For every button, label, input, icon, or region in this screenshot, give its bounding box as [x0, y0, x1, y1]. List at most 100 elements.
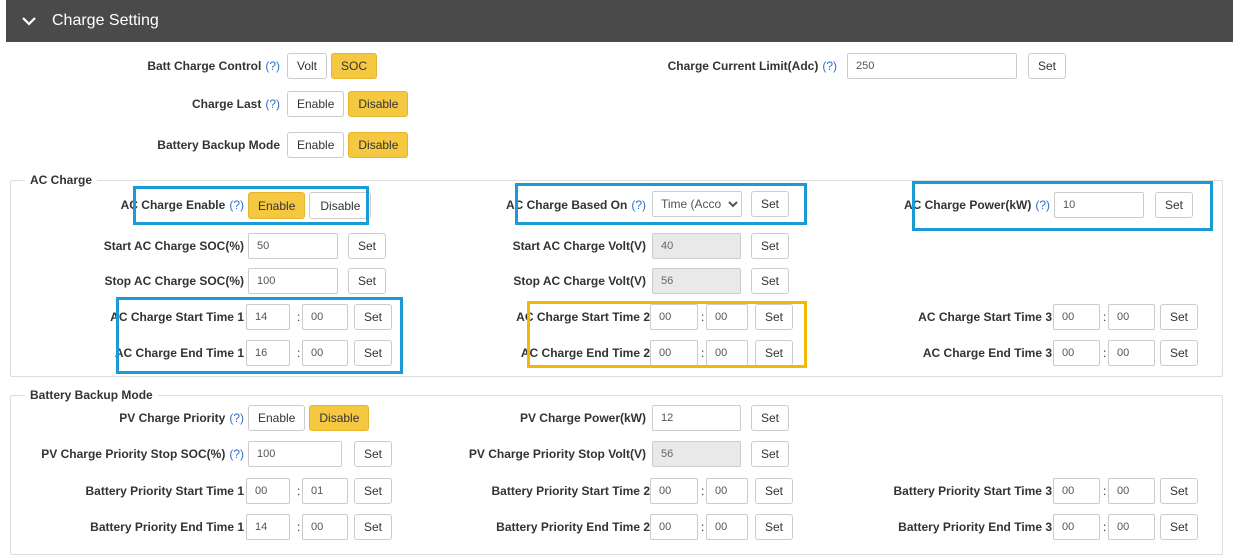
help-link[interactable]: (?) [229, 411, 244, 425]
highlight-box [515, 183, 807, 225]
time-colon: : [1103, 310, 1107, 324]
help-link[interactable]: (?) [265, 59, 280, 73]
time-colon: : [1103, 484, 1107, 498]
start-ac-charge-volt-label: Start AC Charge Volt(V) [512, 239, 646, 253]
battery-priority-end-time-2-minute[interactable] [706, 514, 748, 540]
ac-charge-start-time-3-hour[interactable] [1053, 304, 1100, 330]
battery-priority-end-time-2-label: Battery Priority End Time 2 [496, 520, 650, 534]
time-colon: : [1103, 346, 1107, 360]
battery-backup-enable-button[interactable]: Enable [287, 132, 345, 158]
battery-priority-end-time-3-hour[interactable] [1053, 514, 1100, 540]
help-link[interactable]: (?) [229, 447, 244, 461]
stop-ac-charge-volt-set-button[interactable]: Set [751, 268, 790, 294]
pv-charge-stop-soc-input[interactable] [248, 441, 342, 467]
ac-charge-end-time-3-hour[interactable] [1053, 340, 1100, 366]
battery-priority-end-time-1-minute[interactable] [302, 514, 348, 540]
charge-current-limit-input[interactable] [847, 53, 1017, 79]
stop-ac-charge-soc-label: Stop AC Charge SOC(%) [104, 274, 244, 288]
highlight-box [912, 181, 1213, 231]
ac-charge-legend: AC Charge [25, 173, 98, 187]
pv-charge-priority-label: PV Charge Priority (?) [60, 411, 244, 425]
battery-backup-disable-button[interactable]: Disable [348, 132, 409, 158]
soc-button[interactable]: SOC [331, 53, 378, 79]
battery-priority-start-time-3-minute[interactable] [1108, 478, 1155, 504]
start-ac-charge-volt-set-button[interactable]: Set [751, 233, 790, 259]
battery-backup-legend: Battery Backup Mode [25, 388, 158, 402]
charge-last-toggle: Enable Disable [287, 91, 409, 117]
ac-charge-start-time-3-set-button[interactable]: Set [1160, 304, 1199, 330]
start-ac-charge-soc-set-button[interactable]: Set [348, 233, 387, 259]
pv-charge-priority-toggle: Enable Disable [248, 405, 370, 431]
section-header[interactable]: Charge Setting [6, 0, 1233, 42]
battery-priority-start-time-2-label: Battery Priority Start Time 2 [491, 484, 650, 498]
ac-charge-end-time-3-minute[interactable] [1108, 340, 1155, 366]
stop-ac-charge-soc-set-button[interactable]: Set [348, 268, 387, 294]
pv-charge-priority-enable-button[interactable]: Enable [248, 405, 306, 431]
ac-charge-end-time-3-set-button[interactable]: Set [1160, 340, 1199, 366]
pv-charge-power-set-button[interactable]: Set [751, 405, 790, 431]
battery-priority-end-time-1-label: Battery Priority End Time 1 [90, 520, 244, 534]
batt-charge-control-toggle: Volt SOC [287, 53, 378, 79]
start-ac-charge-soc-input[interactable] [248, 233, 338, 259]
label-text: PV Charge Priority [119, 411, 226, 425]
battery-priority-start-time-2-hour[interactable] [650, 478, 698, 504]
pv-charge-power-input[interactable] [652, 405, 741, 431]
stop-ac-charge-volt-input[interactable] [652, 268, 741, 294]
label-text: Batt Charge Control [147, 59, 262, 73]
charge-current-limit-set-button[interactable]: Set [1028, 53, 1067, 79]
pv-charge-stop-soc-label: PV Charge Priority Stop SOC(%) (?) [20, 447, 244, 461]
battery-priority-start-time-1-hour[interactable] [246, 478, 290, 504]
time-colon: : [701, 484, 705, 498]
battery-priority-start-time-3-hour[interactable] [1053, 478, 1100, 504]
time-colon: : [297, 484, 301, 498]
battery-priority-end-time-2-set-button[interactable]: Set [755, 514, 794, 540]
help-link[interactable]: (?) [265, 97, 280, 111]
battery-priority-start-time-2-minute[interactable] [706, 478, 748, 504]
time-colon: : [1103, 520, 1107, 534]
battery-priority-end-time-3-minute[interactable] [1108, 514, 1155, 540]
help-link[interactable]: (?) [822, 59, 837, 73]
chevron-down-icon [22, 17, 36, 26]
battery-priority-start-time-2-set-button[interactable]: Set [755, 478, 794, 504]
start-ac-charge-soc-label: Start AC Charge SOC(%) [103, 239, 244, 253]
battery-priority-end-time-2-hour[interactable] [650, 514, 698, 540]
batt-charge-control-label: Batt Charge Control (?) [60, 59, 280, 73]
battery-priority-end-time-1-set-button[interactable]: Set [354, 514, 393, 540]
time-colon: : [297, 520, 301, 534]
pv-charge-stop-volt-set-button[interactable]: Set [751, 441, 790, 467]
stop-ac-charge-volt-label: Stop AC Charge Volt(V) [513, 274, 646, 288]
battery-priority-start-time-3-label: Battery Priority Start Time 3 [893, 484, 1052, 498]
highlight-box [116, 297, 403, 374]
start-ac-charge-volt-input[interactable] [652, 233, 741, 259]
charge-last-label: Charge Last (?) [60, 97, 280, 111]
battery-backup-mode-toggle: Enable Disable [287, 132, 409, 158]
highlight-box [527, 301, 807, 368]
pv-charge-stop-volt-label: PV Charge Priority Stop Volt(V) [468, 447, 646, 461]
charge-last-enable-button[interactable]: Enable [287, 91, 345, 117]
pv-charge-stop-soc-set-button[interactable]: Set [354, 441, 393, 467]
ac-charge-end-time-3-label: AC Charge End Time 3 [922, 346, 1052, 360]
battery-priority-end-time-1-hour[interactable] [246, 514, 290, 540]
charge-last-disable-button[interactable]: Disable [348, 91, 409, 117]
battery-priority-start-time-1-set-button[interactable]: Set [354, 478, 393, 504]
battery-priority-end-time-3-set-button[interactable]: Set [1160, 514, 1199, 540]
ac-charge-start-time-3-label: AC Charge Start Time 3 [918, 310, 1052, 324]
battery-priority-end-time-3-label: Battery Priority End Time 3 [898, 520, 1052, 534]
stop-ac-charge-soc-input[interactable] [248, 268, 338, 294]
battery-priority-start-time-1-minute[interactable] [302, 478, 348, 504]
highlight-box [133, 186, 369, 225]
battery-backup-mode-label: Battery Backup Mode [157, 138, 280, 152]
time-colon: : [701, 520, 705, 534]
label-text: Charge Current Limit(Adc) [667, 59, 819, 73]
pv-charge-stop-volt-input[interactable] [652, 441, 741, 467]
label-text: Charge Last [191, 97, 262, 111]
charge-current-limit-label: Charge Current Limit(Adc) (?) [600, 59, 837, 73]
pv-charge-priority-disable-button[interactable]: Disable [309, 405, 370, 431]
volt-button[interactable]: Volt [287, 53, 328, 79]
section-title: Charge Setting [52, 12, 159, 29]
battery-priority-start-time-3-set-button[interactable]: Set [1160, 478, 1199, 504]
label-text: PV Charge Priority Stop SOC(%) [41, 447, 226, 461]
pv-charge-power-label: PV Charge Power(kW) [519, 411, 646, 425]
ac-charge-start-time-3-minute[interactable] [1108, 304, 1155, 330]
battery-priority-start-time-1-label: Battery Priority Start Time 1 [85, 484, 244, 498]
